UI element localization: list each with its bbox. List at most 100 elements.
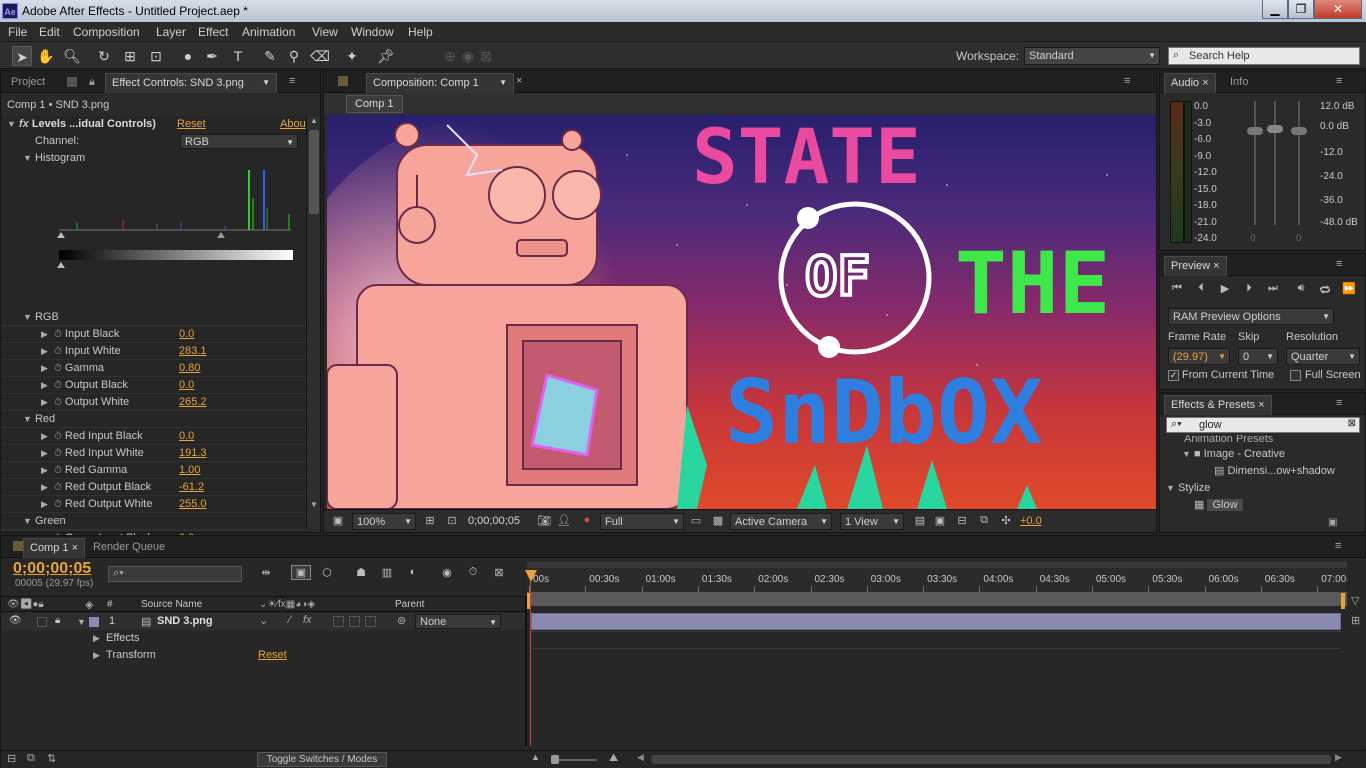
pen-tool-icon[interactable]: ✒: [202, 46, 222, 66]
time-ruler[interactable]: 00s 00:30s 01:00s 01:30s 02:00s 02:30s 03:00s 0…: [527, 558, 1351, 606]
show-snapshot-icon[interactable]: 👤︎: [556, 514, 572, 527]
layer-row[interactable]: 👁︎ 🔒︎ ▼ 1 ▤ SND 3.png ⌄ ∕ fx ⊚ None ▼: [1, 613, 525, 630]
roto-brush-tool-icon[interactable]: ✦: [342, 46, 362, 66]
property-value[interactable]: 0.0: [179, 377, 194, 394]
first-frame-icon[interactable]: ⏮: [1168, 282, 1186, 295]
col-parent[interactable]: Parent: [395, 599, 424, 610]
stopwatch-icon[interactable]: ⏱: [54, 346, 62, 357]
ram-preview-dropdown[interactable]: RAM Preview Options ▼: [1168, 308, 1334, 325]
tree-item-glow[interactable]: ▦ Glow: [1194, 497, 1243, 514]
tab-effect-controls[interactable]: Effect Controls: SND 3.png ▼: [105, 73, 277, 93]
tab-audio[interactable]: Audio ×: [1164, 73, 1216, 93]
stopwatch-icon[interactable]: ⏱: [54, 465, 62, 476]
quality-switch-icon[interactable]: ∕: [289, 614, 291, 626]
always-preview-icon[interactable]: ▣: [330, 514, 346, 527]
timeline-icon[interactable]: ⊟: [954, 514, 970, 527]
layer-name[interactable]: SND 3.png: [157, 615, 213, 627]
tab-info[interactable]: Info: [1224, 73, 1254, 93]
col-number[interactable]: #: [107, 599, 113, 610]
zoom-dropdown[interactable]: 100% ▼: [352, 513, 416, 530]
property-value[interactable]: 191.3: [179, 445, 207, 462]
playhead-line[interactable]: [530, 582, 531, 746]
composition-viewer[interactable]: STATE OF THE SnDbOX: [327, 115, 1156, 509]
tab-render-queue[interactable]: Render Queue: [87, 538, 171, 558]
menu-file[interactable]: File: [8, 25, 27, 39]
from-current-checkbox[interactable]: ✓: [1168, 370, 1179, 381]
work-area-bar[interactable]: [527, 562, 1347, 568]
slider-handle[interactable]: [1247, 127, 1263, 135]
expand-triangle-icon[interactable]: ▶: [41, 499, 48, 509]
fast-previews-icon[interactable]: ▣: [932, 514, 948, 527]
layer-label-color[interactable]: [89, 617, 99, 627]
full-screen-checkbox[interactable]: [1290, 370, 1301, 381]
menu-edit[interactable]: Edit: [39, 25, 60, 39]
scroll-thumb[interactable]: [309, 130, 319, 214]
fx-icon[interactable]: fx: [19, 118, 29, 130]
ellipse-tool-icon[interactable]: ●: [178, 46, 198, 66]
modes-pane-icon[interactable]: ⧉: [27, 752, 35, 765]
rotate-tool-icon[interactable]: ↻: [94, 46, 114, 66]
last-frame-icon[interactable]: ⏭: [1264, 282, 1282, 295]
property-row[interactable]: ▶ ⏱ Red Gamma 1.00: [41, 462, 301, 479]
stopwatch-icon[interactable]: ⏱: [54, 363, 62, 374]
region-of-interest-icon[interactable]: ▭: [688, 514, 704, 527]
skip-dropdown[interactable]: 0 ▼: [1238, 348, 1278, 365]
comp-breadcrumb-tab[interactable]: Comp 1: [346, 95, 403, 113]
frame-blending-icon[interactable]: ▥: [377, 566, 397, 579]
property-row[interactable]: ▶ ⏱ Input White 283.1: [41, 343, 301, 360]
clear-search-icon[interactable]: ⊠: [1348, 418, 1356, 429]
input-black-handle[interactable]: [57, 232, 65, 238]
expand-triangle-icon[interactable]: ▶: [41, 465, 48, 475]
slider-handle[interactable]: [1267, 125, 1283, 133]
hand-tool-icon[interactable]: ✋: [36, 46, 56, 66]
effect-reset-link[interactable]: Reset: [177, 118, 206, 130]
property-value[interactable]: 255.0: [179, 496, 207, 513]
comp-mini-flowchart-icon[interactable]: ⇹: [255, 566, 277, 579]
transparency-grid-icon[interactable]: ▩: [710, 514, 726, 527]
close-button[interactable]: ✕: [1314, 0, 1362, 19]
close-tab-icon[interactable]: ×: [516, 75, 522, 87]
gamma-handle[interactable]: [217, 232, 225, 238]
brush-tool-icon[interactable]: ✎: [260, 46, 280, 66]
property-row[interactable]: ▶ ⏱ Red Input White 191.3: [41, 445, 301, 462]
expand-triangle-icon[interactable]: ▼: [7, 119, 16, 129]
previous-frame-icon[interactable]: ⏴: [1192, 282, 1210, 295]
next-frame-icon[interactable]: ⏵: [1240, 282, 1258, 295]
puppet-pin-tool-icon[interactable]: 📌︎: [376, 46, 396, 66]
stopwatch-icon[interactable]: ⏱: [54, 482, 62, 493]
pane-divider[interactable]: [525, 596, 527, 746]
snapshot-icon[interactable]: 📷︎: [536, 514, 552, 527]
property-value[interactable]: 1.00: [179, 462, 200, 479]
resolution-dropdown[interactable]: Full ▼: [600, 513, 684, 530]
clone-stamp-tool-icon[interactable]: ⚲: [284, 46, 304, 66]
solo-toggle[interactable]: [37, 617, 47, 627]
tab-composition[interactable]: Composition: Comp 1 ▼: [366, 73, 514, 93]
channel-dropdown[interactable]: RGB ▼: [180, 134, 298, 149]
menu-animation[interactable]: Animation: [242, 25, 295, 39]
menu-window[interactable]: Window: [351, 25, 394, 39]
expand-triangle-icon[interactable]: ▼: [23, 414, 32, 424]
scroll-left-icon[interactable]: ◀: [637, 752, 644, 763]
search-help-input[interactable]: ⌕ Search Help: [1168, 47, 1360, 65]
switches-icons[interactable]: ⌄☀∕fx▦◕◑◈: [259, 599, 315, 610]
stopwatch-icon[interactable]: ⏱: [54, 397, 62, 408]
scroll-right-icon[interactable]: ▶: [1335, 752, 1342, 763]
level-slider-track[interactable]: [1274, 101, 1276, 225]
timeline-timecode[interactable]: 0;00;00;05: [13, 560, 91, 578]
parent-dropdown[interactable]: None ▼: [415, 614, 501, 629]
property-value[interactable]: 265.2: [179, 394, 207, 411]
expand-triangle-icon[interactable]: ▶: [41, 431, 48, 441]
menu-layer[interactable]: Layer: [156, 25, 186, 39]
timeline-scrollbar[interactable]: [651, 755, 1331, 764]
property-group-rgb[interactable]: ▼ RGB: [23, 309, 59, 326]
level-slider-track[interactable]: [1298, 101, 1300, 225]
workspace-dropdown[interactable]: Standard ▼: [1024, 47, 1160, 65]
motion-blur-icon[interactable]: ◐: [403, 566, 423, 578]
effect-scrollbar[interactable]: ▲ ▼: [306, 116, 320, 529]
resolution-preview-dropdown[interactable]: Quarter ▼: [1286, 348, 1360, 365]
loop-icon[interactable]: 🔁︎: [1316, 282, 1334, 298]
audio-icon[interactable]: 🔊︎: [1292, 282, 1310, 295]
switch-box[interactable]: [365, 616, 376, 627]
expand-triangle-icon[interactable]: ▶: [41, 329, 48, 339]
expand-triangle-icon[interactable]: ▶: [41, 448, 48, 458]
